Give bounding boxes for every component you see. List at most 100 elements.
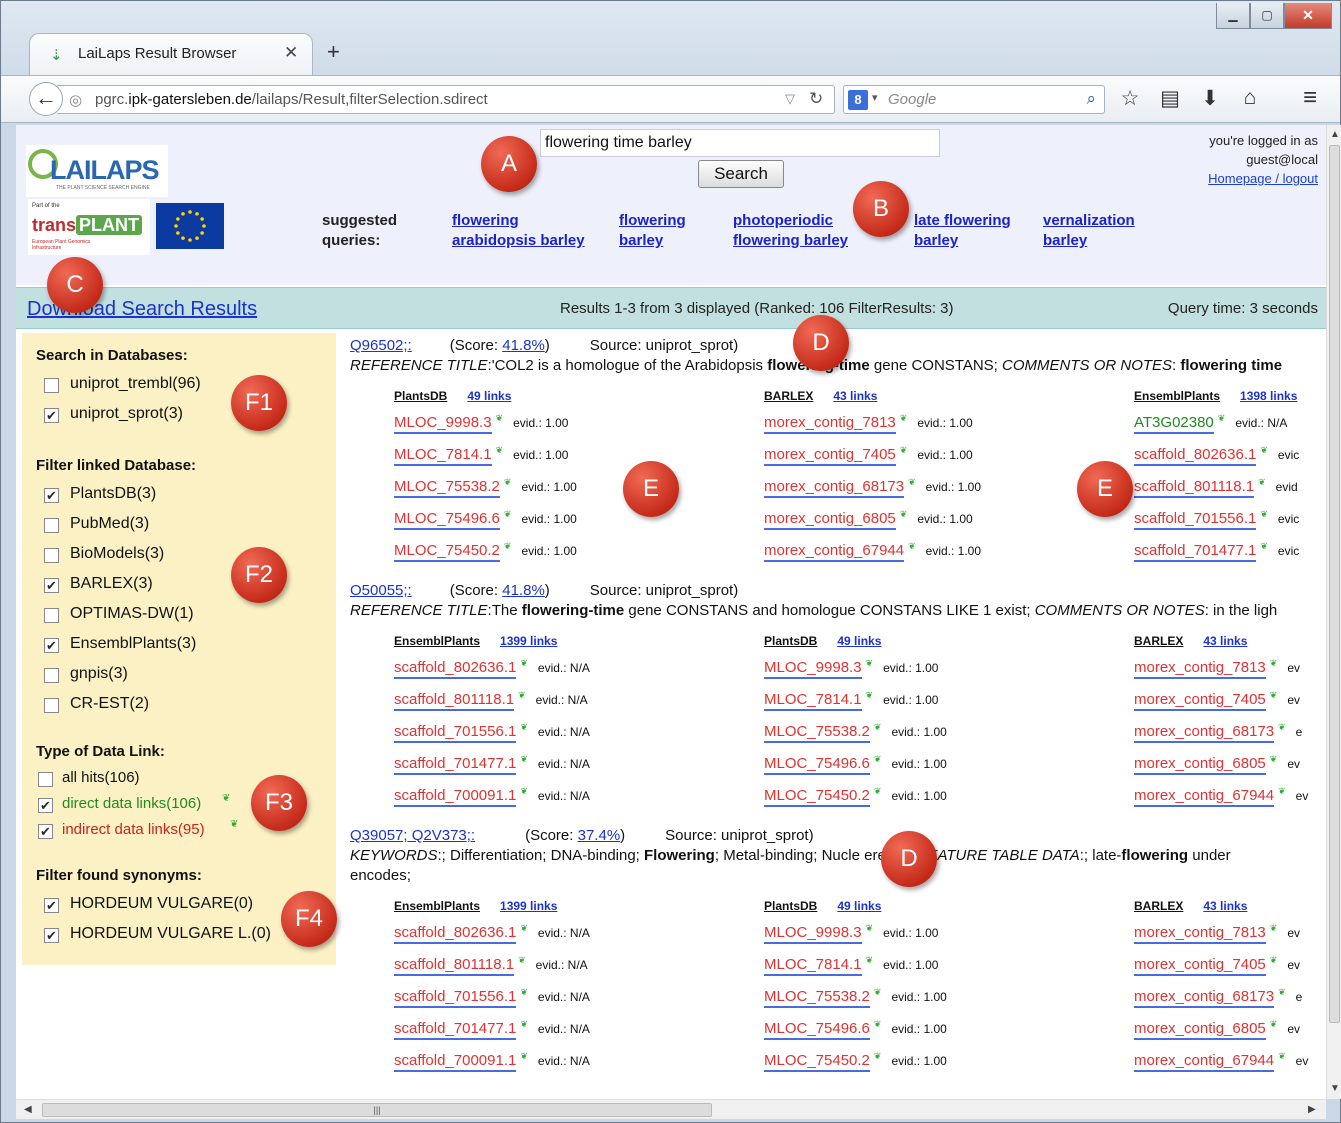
accession-link[interactable]: scaffold_802636.1 <box>394 924 517 944</box>
links-count-link[interactable]: 49 links <box>467 389 511 403</box>
accession-link[interactable]: MLOC_9998.3 <box>764 659 862 679</box>
accession-link[interactable]: scaffold_801118.1 <box>394 956 515 976</box>
result-id-link[interactable]: Q96502;: <box>350 337 412 354</box>
accession-link[interactable]: morex_contig_67944 <box>1134 787 1275 807</box>
vertical-scrollbar[interactable]: ▲ ▼ <box>1326 125 1341 1099</box>
links-count-link[interactable]: 49 links <box>837 634 881 648</box>
horizontal-scrollbar[interactable]: ◀ ||| ▶ <box>16 1099 1326 1119</box>
links-count-link[interactable]: 1399 links <box>500 899 557 913</box>
filter-checkbox[interactable]: ✔ <box>44 408 59 423</box>
minimize-icon[interactable]: ▁ <box>1216 3 1250 29</box>
accession-link[interactable]: morex_contig_6805 <box>1134 755 1266 775</box>
reading-list-icon[interactable]: ▤ <box>1157 86 1183 111</box>
accession-link[interactable]: MLOC_75496.6 <box>394 510 500 530</box>
accession-link[interactable]: scaffold_701477.1 <box>394 755 517 775</box>
filter-checkbox[interactable]: ✔ <box>44 578 59 593</box>
filter-checkbox[interactable]: ✔ <box>44 898 59 913</box>
accession-link[interactable]: scaffold_701556.1 <box>1134 510 1257 530</box>
accession-link[interactable]: scaffold_802636.1 <box>1134 446 1257 466</box>
vertical-scroll-thumb[interactable] <box>1329 145 1340 1023</box>
bookmark-star-icon[interactable]: ☆ <box>1117 86 1143 111</box>
accession-link[interactable]: morex_contig_68173 <box>1134 723 1275 743</box>
suggested-query-link[interactable]: flowering barley <box>619 211 686 251</box>
suggested-query-link[interactable]: vernalization barley <box>1043 211 1135 251</box>
accession-link[interactable]: MLOC_9998.3 <box>764 924 862 944</box>
horizontal-scroll-thumb[interactable]: ||| <box>42 1103 712 1117</box>
filter-checkbox[interactable]: ✔ <box>38 824 53 839</box>
filter-checkbox[interactable]: ✔ <box>44 488 59 503</box>
engine-dropdown-icon[interactable]: ▾ <box>872 91 878 104</box>
accession-link[interactable]: morex_contig_6805 <box>1134 1020 1266 1040</box>
accession-link[interactable]: MLOC_75450.2 <box>764 787 870 807</box>
filter-checkbox[interactable]: ✔ <box>44 638 59 653</box>
accession-link[interactable]: morex_contig_67944 <box>1134 1052 1275 1072</box>
filter-checkbox[interactable] <box>44 548 59 563</box>
score-link[interactable]: 41.8% <box>502 337 545 354</box>
accession-link[interactable]: scaffold_701477.1 <box>1134 542 1257 562</box>
home-icon[interactable]: ⌂ <box>1237 86 1263 111</box>
accession-link[interactable]: morex_contig_68173 <box>764 478 905 498</box>
accession-link[interactable]: scaffold_802636.1 <box>394 659 517 679</box>
accession-link[interactable]: MLOC_75538.2 <box>394 478 500 498</box>
accession-link[interactable]: MLOC_75450.2 <box>394 542 500 562</box>
accession-link[interactable]: scaffold_700091.1 <box>394 787 517 807</box>
filter-checkbox[interactable] <box>44 378 59 393</box>
result-id-link[interactable]: Q39057; Q2V373;: <box>350 827 475 844</box>
url-dropdown-icon[interactable]: ▽ <box>785 91 795 107</box>
accession-link[interactable]: MLOC_75538.2 <box>764 988 870 1008</box>
accession-link[interactable]: morex_contig_7813 <box>764 414 896 434</box>
links-count-link[interactable]: 1398 links <box>1240 389 1297 403</box>
close-window-icon[interactable]: ✕ <box>1284 3 1332 29</box>
accession-link[interactable]: morex_contig_7405 <box>1134 956 1266 976</box>
url-bar[interactable]: ◎ pgrc.ipk-gatersleben.de/lailaps/Result… <box>57 85 835 114</box>
browser-tab[interactable]: ⇣ LaiLaps Result Browser ✕ <box>29 33 313 75</box>
filter-checkbox[interactable] <box>44 518 59 533</box>
back-button[interactable]: ← <box>29 82 63 116</box>
homepage-logout-link[interactable]: Homepage / logout <box>1208 171 1318 186</box>
menu-icon[interactable]: ≡ <box>1303 84 1317 112</box>
filter-checkbox[interactable]: ✔ <box>44 928 59 943</box>
maximize-icon[interactable]: ▢ <box>1250 3 1284 29</box>
accession-link[interactable]: morex_contig_68173 <box>1134 988 1275 1008</box>
download-icon[interactable]: ⬇ <box>1197 86 1223 111</box>
magnifier-icon[interactable]: ⌕ <box>1086 89 1096 109</box>
accession-link[interactable]: morex_contig_6805 <box>764 510 896 530</box>
score-link[interactable]: 41.8% <box>502 582 545 599</box>
score-link[interactable]: 37.4% <box>578 827 621 844</box>
accession-link[interactable]: morex_contig_7813 <box>1134 924 1266 944</box>
accession-link[interactable]: MLOC_75496.6 <box>764 1020 870 1040</box>
scroll-down-icon[interactable]: ▼ <box>1330 1083 1340 1094</box>
accession-link[interactable]: scaffold_801118.1 <box>394 691 515 711</box>
accession-link[interactable]: morex_contig_7405 <box>1134 691 1266 711</box>
accession-link[interactable]: MLOC_7814.1 <box>764 691 862 711</box>
accession-link[interactable]: MLOC_7814.1 <box>764 956 862 976</box>
filter-checkbox[interactable] <box>44 698 59 713</box>
accession-link[interactable]: scaffold_701556.1 <box>394 723 517 743</box>
accession-link[interactable]: MLOC_75496.6 <box>764 755 870 775</box>
search-button[interactable]: Search <box>698 160 784 188</box>
scroll-left-icon[interactable]: ◀ <box>24 1104 32 1115</box>
accession-link[interactable]: MLOC_75450.2 <box>764 1052 870 1072</box>
filter-checkbox[interactable] <box>44 608 59 623</box>
suggested-query-link[interactable]: late flowering barley <box>914 211 1011 251</box>
accession-link[interactable]: morex_contig_7405 <box>764 446 896 466</box>
suggested-query-link[interactable]: photoperiodic flowering barley <box>733 211 848 251</box>
accession-link[interactable]: scaffold_701477.1 <box>394 1020 517 1040</box>
new-tab-icon[interactable]: + <box>327 39 340 65</box>
links-count-link[interactable]: 43 links <box>1203 899 1247 913</box>
web-search-bar[interactable]: 8 ▾ Google ⌕ <box>843 85 1105 114</box>
suggested-query-link[interactable]: flowering arabidopsis barley <box>452 211 585 251</box>
result-id-link[interactable]: O50055;: <box>350 582 412 599</box>
accession-link[interactable]: scaffold_801118.1 <box>1134 478 1255 498</box>
accession-link[interactable]: MLOC_7814.1 <box>394 446 492 466</box>
accession-link[interactable]: AT3G02380 <box>1134 414 1214 434</box>
accession-link[interactable]: morex_contig_7813 <box>1134 659 1266 679</box>
query-input[interactable]: flowering time barley <box>540 129 940 157</box>
scroll-right-icon[interactable]: ▶ <box>1308 1104 1316 1115</box>
links-count-link[interactable]: 1399 links <box>500 634 557 648</box>
accession-link[interactable]: morex_contig_67944 <box>764 542 905 562</box>
links-count-link[interactable]: 49 links <box>837 899 881 913</box>
filter-checkbox[interactable]: ✔ <box>38 798 53 813</box>
scroll-up-icon[interactable]: ▲ <box>1330 129 1340 140</box>
accession-link[interactable]: scaffold_701556.1 <box>394 988 517 1008</box>
